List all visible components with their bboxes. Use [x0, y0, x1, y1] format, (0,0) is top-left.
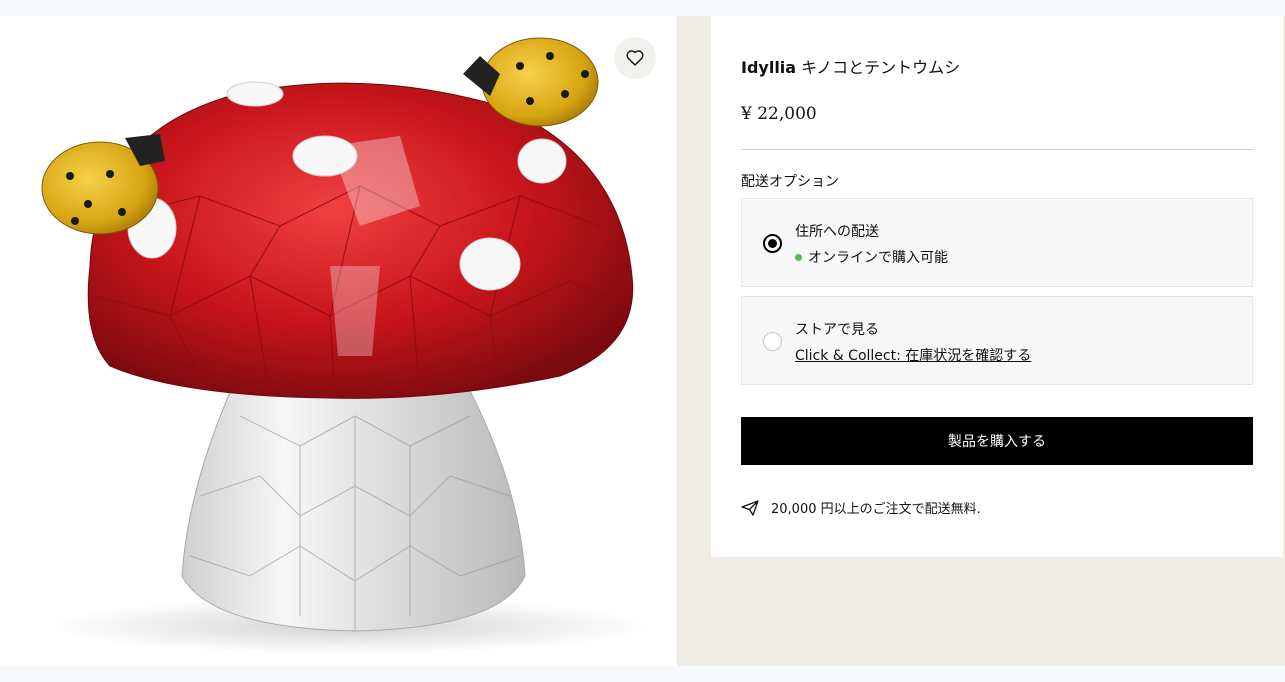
click-collect-link[interactable]: Click & Collect: 在庫状況を確認する — [795, 345, 1031, 365]
divider — [741, 149, 1253, 150]
delivery-heading: 配送オプション — [741, 174, 839, 190]
heart-icon — [626, 50, 644, 66]
shipping-note-text: 20,000 円以上のご注文で配送無料. — [771, 502, 981, 517]
option-title: ストアで見る — [795, 322, 879, 338]
wishlist-button[interactable] — [614, 37, 656, 79]
product-image-panel — [0, 16, 677, 666]
product-stage: Idyllia キノコとテントウムシ ¥ 22,000 配送オプション 住所への… — [0, 16, 1285, 666]
paper-plane-icon — [741, 499, 759, 516]
radio-unselected[interactable] — [763, 332, 782, 351]
delivery-option-home[interactable]: 住所への配送 オンラインで購入可能 — [741, 198, 1253, 287]
option-title: 住所への配送 — [795, 224, 879, 240]
delivery-option-store[interactable]: ストアで見る Click & Collect: 在庫状況を確認する — [741, 296, 1253, 385]
radio-selected[interactable] — [763, 234, 782, 253]
shipping-note: 20,000 円以上のご注文で配送無料. — [741, 498, 981, 517]
product-brand: Idyllia — [741, 58, 797, 77]
buy-button[interactable]: 製品を購入する — [741, 417, 1253, 465]
status-text: オンラインで購入可能 — [808, 250, 948, 266]
product-title: Idyllia キノコとテントウムシ — [741, 58, 960, 78]
product-image — [41, 37, 650, 654]
product-details-panel: Idyllia キノコとテントウムシ ¥ 22,000 配送オプション 住所への… — [711, 16, 1283, 557]
product-price: ¥ 22,000 — [741, 104, 817, 124]
product-name: キノコとテントウムシ — [801, 58, 961, 77]
option-status: オンラインで購入可能 — [795, 247, 948, 267]
status-dot — [795, 253, 802, 261]
